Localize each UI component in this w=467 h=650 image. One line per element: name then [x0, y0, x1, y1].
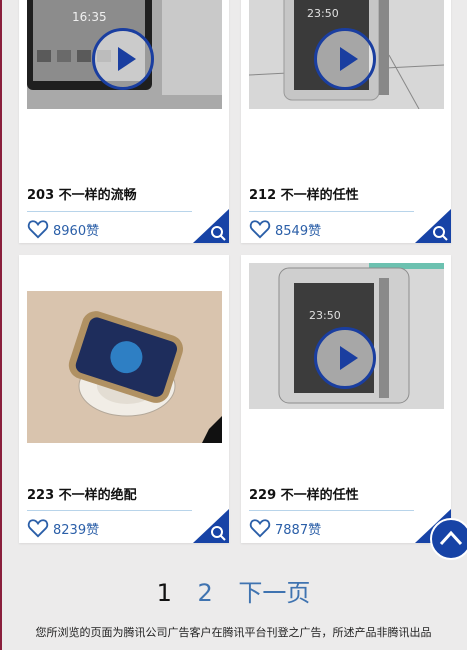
card-title[interactable]: 212 不一样的任性 — [249, 184, 359, 203]
ad-disclaimer: 您所浏览的页面为腾讯公司广告客户在腾讯平台刊登之广告，所述产品非腾讯出品 — [35, 626, 432, 639]
heart-icon[interactable] — [27, 518, 49, 538]
page-2-link[interactable]: 2 — [198, 579, 213, 607]
chevron-up-icon — [439, 530, 463, 546]
video-thumbnail[interactable]: 16:35 — [27, 0, 222, 109]
like-area[interactable]: 8549赞 — [249, 219, 321, 239]
like-area[interactable]: 7887赞 — [249, 518, 321, 538]
video-thumbnail[interactable]: 23:50 — [249, 0, 444, 109]
video-card[interactable]: 16:35 203 不一样的流畅 8960赞 — [19, 0, 229, 243]
card-divider — [249, 510, 414, 511]
magnifier-icon[interactable] — [415, 209, 451, 243]
like-area[interactable]: 8239赞 — [27, 518, 99, 538]
play-icon[interactable] — [314, 28, 376, 90]
play-icon[interactable] — [314, 327, 376, 389]
svg-text:23:50: 23:50 — [309, 309, 341, 322]
page-current: 1 — [156, 579, 172, 607]
heart-icon[interactable] — [249, 219, 271, 239]
image-thumbnail[interactable] — [27, 291, 222, 443]
video-thumbnail[interactable]: 23:50 — [249, 263, 444, 409]
card-divider — [27, 510, 192, 511]
like-count: 8239赞 — [53, 522, 100, 538]
like-area[interactable]: 8960赞 — [27, 219, 99, 239]
back-to-top-button[interactable] — [430, 518, 467, 560]
heart-icon[interactable] — [27, 219, 49, 239]
next-page-link[interactable]: 下一页 — [238, 579, 310, 607]
thumbnail-image — [27, 291, 222, 443]
card-title[interactable]: 229 不一样的任性 — [249, 484, 359, 503]
svg-text:23:50: 23:50 — [307, 7, 339, 20]
like-count: 8549赞 — [275, 223, 322, 239]
page-edge-accent — [0, 0, 2, 650]
video-card[interactable]: 223 不一样的绝配 8239赞 — [19, 255, 229, 543]
play-icon[interactable] — [92, 28, 154, 90]
video-card[interactable]: 23:50 212 不一样的任性 8549赞 — [241, 0, 451, 243]
card-title[interactable]: 203 不一样的流畅 — [27, 184, 137, 203]
card-divider — [249, 211, 414, 212]
pagination: 1 2 下一页 — [0, 573, 467, 608]
card-divider — [27, 211, 192, 212]
video-card[interactable]: 23:50 229 不一样的任性 7887赞 — [241, 255, 451, 543]
card-title[interactable]: 223 不一样的绝配 — [27, 484, 137, 503]
heart-icon[interactable] — [249, 518, 271, 538]
svg-text:16:35: 16:35 — [72, 10, 107, 24]
magnifier-icon[interactable] — [193, 209, 229, 243]
magnifier-icon[interactable] — [193, 509, 229, 543]
like-count: 7887赞 — [275, 522, 322, 538]
like-count: 8960赞 — [53, 223, 100, 239]
